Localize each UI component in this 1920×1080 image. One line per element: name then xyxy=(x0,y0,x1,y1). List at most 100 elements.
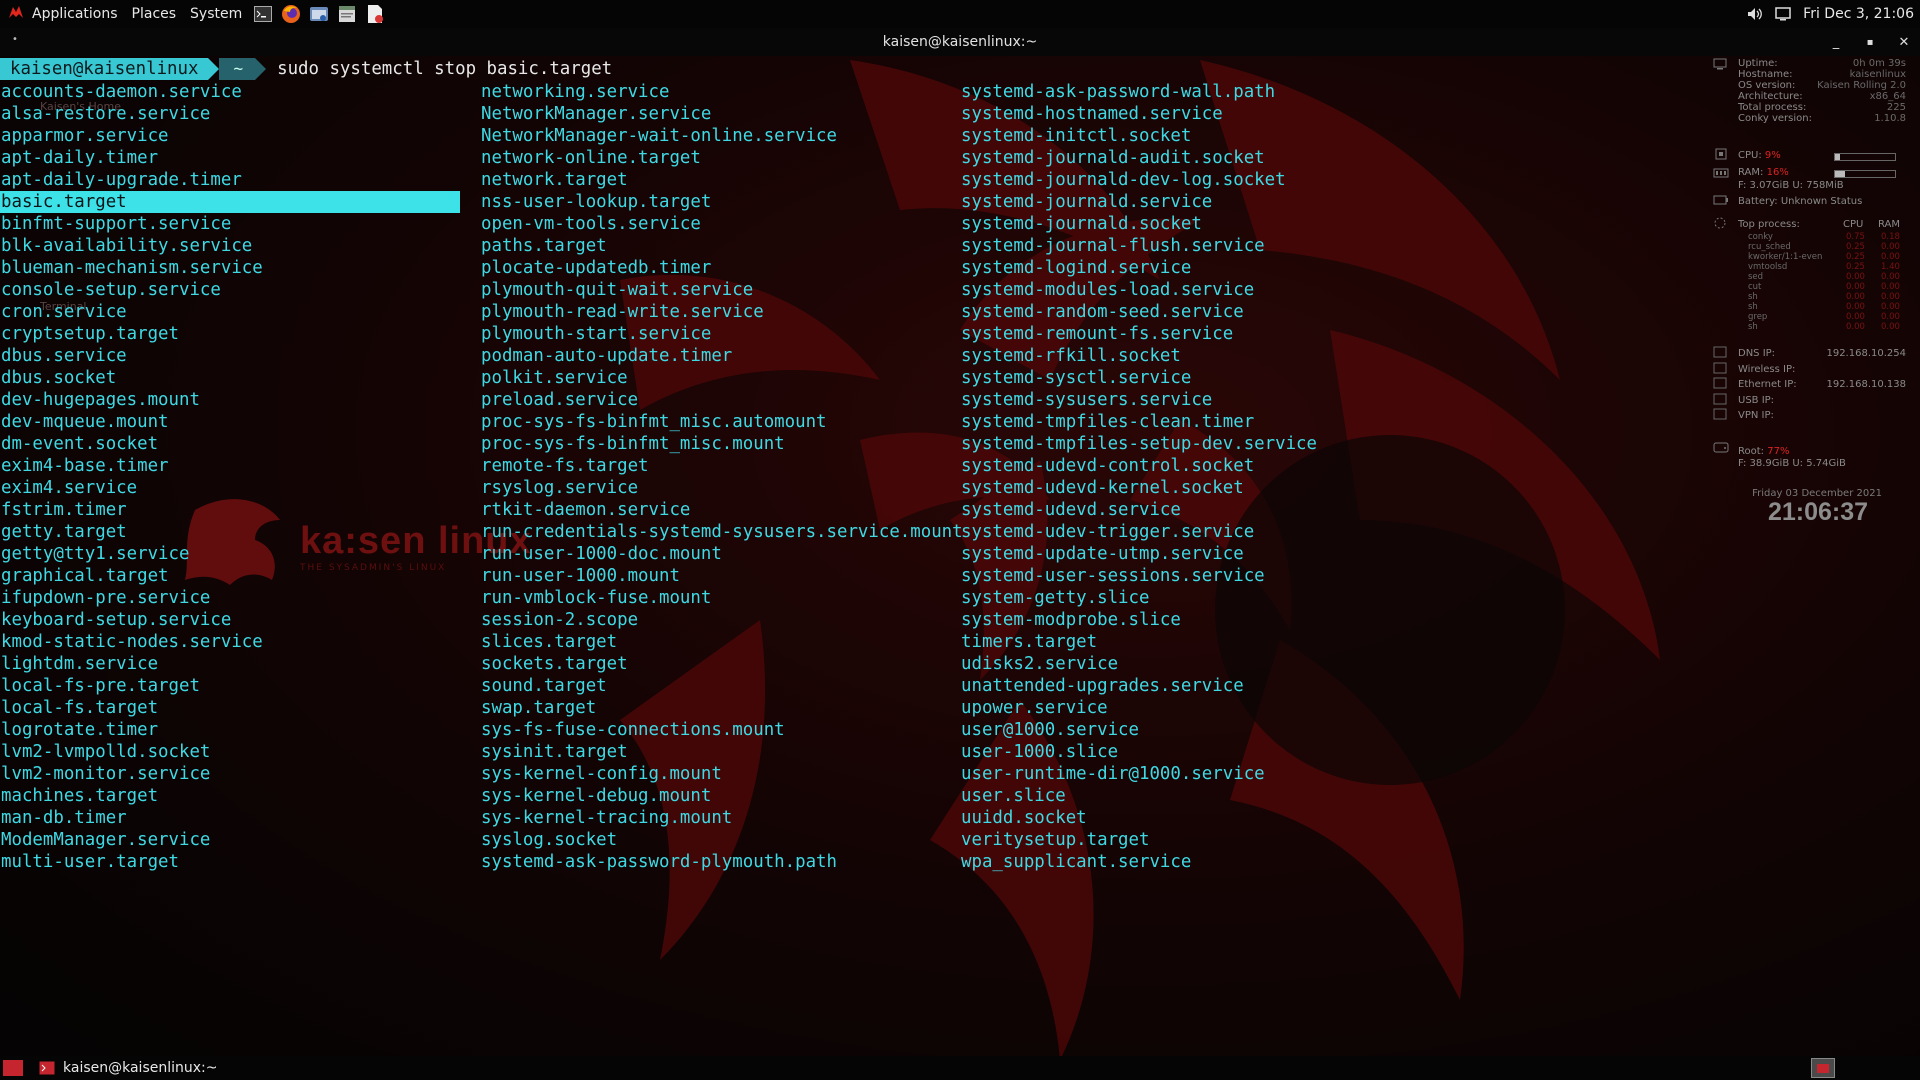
completion-item[interactable]: run-credentials-systemd-sysusers.service… xyxy=(481,521,963,543)
completion-item[interactable]: systemd-remount-fs.service xyxy=(961,323,1317,345)
completion-item[interactable]: machines.target xyxy=(1,785,460,807)
completion-item[interactable]: sys-kernel-debug.mount xyxy=(481,785,963,807)
completion-item[interactable]: proc-sys-fs-binfmt_misc.automount xyxy=(481,411,963,433)
completion-item[interactable]: remote-fs.target xyxy=(481,455,963,477)
completion-item[interactable]: paths.target xyxy=(481,235,963,257)
completion-item[interactable]: sys-kernel-tracing.mount xyxy=(481,807,963,829)
terminal-launcher[interactable] xyxy=(252,3,274,25)
completion-item[interactable]: local-fs-pre.target xyxy=(1,675,460,697)
completion-item[interactable]: binfmt-support.service xyxy=(1,213,460,235)
completion-item[interactable]: apt-daily-upgrade.timer xyxy=(1,169,460,191)
completion-item[interactable]: systemd-sysusers.service xyxy=(961,389,1317,411)
completion-item[interactable]: kmod-static-nodes.service xyxy=(1,631,460,653)
completion-item[interactable]: user.slice xyxy=(961,785,1317,807)
completion-item[interactable]: multi-user.target xyxy=(1,851,460,873)
maximize-button[interactable]: ▪ xyxy=(1864,37,1876,48)
completion-item[interactable]: dbus.socket xyxy=(1,367,460,389)
completion-item[interactable]: lvm2-lvmpolld.socket xyxy=(1,741,460,763)
completion-item[interactable]: NetworkManager-wait-online.service xyxy=(481,125,963,147)
completion-item[interactable]: lvm2-monitor.service xyxy=(1,763,460,785)
completion-item[interactable]: run-user-1000-doc.mount xyxy=(481,543,963,565)
completion-item[interactable]: sound.target xyxy=(481,675,963,697)
completion-item[interactable]: systemd-journald-audit.socket xyxy=(961,147,1317,169)
completion-item[interactable]: cryptsetup.target xyxy=(1,323,460,345)
completion-item[interactable]: exim4.service xyxy=(1,477,460,499)
completion-item[interactable]: systemd-hostnamed.service xyxy=(961,103,1317,125)
completion-item[interactable]: exim4-base.timer xyxy=(1,455,460,477)
completion-item[interactable]: sysinit.target xyxy=(481,741,963,763)
completion-item[interactable]: user-runtime-dir@1000.service xyxy=(961,763,1317,785)
completion-item[interactable]: sys-fs-fuse-connections.mount xyxy=(481,719,963,741)
completion-item[interactable]: wpa_supplicant.service xyxy=(961,851,1317,873)
completion-item[interactable]: systemd-journald.service xyxy=(961,191,1317,213)
completion-item[interactable]: apt-daily.timer xyxy=(1,147,460,169)
completion-item[interactable]: networking.service xyxy=(481,81,963,103)
completion-item[interactable]: proc-sys-fs-binfmt_misc.mount xyxy=(481,433,963,455)
completion-item[interactable]: systemd-ask-password-wall.path xyxy=(961,81,1317,103)
completion-item[interactable]: udisks2.service xyxy=(961,653,1317,675)
completion-item[interactable]: plocate-updatedb.timer xyxy=(481,257,963,279)
completion-item[interactable]: systemd-initctl.socket xyxy=(961,125,1317,147)
completion-item[interactable]: local-fs.target xyxy=(1,697,460,719)
completion-item[interactable]: cron.service xyxy=(1,301,460,323)
completion-item[interactable]: apparmor.service xyxy=(1,125,460,147)
minimize-button[interactable]: _ xyxy=(1830,35,1842,50)
completion-item[interactable]: systemd-modules-load.service xyxy=(961,279,1317,301)
firefox-launcher[interactable] xyxy=(280,3,302,25)
completion-item[interactable]: systemd-logind.service xyxy=(961,257,1317,279)
workspace-switcher[interactable] xyxy=(1811,1058,1835,1078)
completion-item[interactable]: lightdm.service xyxy=(1,653,460,675)
workspace-1[interactable] xyxy=(1817,1063,1829,1073)
completion-item[interactable]: system-getty.slice xyxy=(961,587,1317,609)
completion-item[interactable]: systemd-udev-trigger.service xyxy=(961,521,1317,543)
completion-item[interactable]: user-1000.slice xyxy=(961,741,1317,763)
completion-item[interactable]: uuidd.socket xyxy=(961,807,1317,829)
window-menu-dot[interactable]: • xyxy=(12,34,18,45)
completion-item[interactable]: fstrim.timer xyxy=(1,499,460,521)
completion-item[interactable]: ifupdown-pre.service xyxy=(1,587,460,609)
completion-item[interactable]: systemd-sysctl.service xyxy=(961,367,1317,389)
places-menu[interactable]: Places xyxy=(125,0,184,28)
completion-item[interactable]: polkit.service xyxy=(481,367,963,389)
completion-item[interactable]: systemd-journald-dev-log.socket xyxy=(961,169,1317,191)
completion-item[interactable]: getty@tty1.service xyxy=(1,543,460,565)
completion-item[interactable]: podman-auto-update.timer xyxy=(481,345,963,367)
completion-item[interactable]: getty.target xyxy=(1,521,460,543)
completion-item[interactable]: system-modprobe.slice xyxy=(961,609,1317,631)
completion-item[interactable]: upower.service xyxy=(961,697,1317,719)
file-manager-launcher[interactable] xyxy=(308,3,330,25)
completion-item[interactable]: systemd-tmpfiles-clean.timer xyxy=(961,411,1317,433)
completion-item[interactable]: preload.service xyxy=(481,389,963,411)
completion-item[interactable]: systemd-user-sessions.service xyxy=(961,565,1317,587)
completion-item[interactable]: swap.target xyxy=(481,697,963,719)
volume-icon[interactable] xyxy=(1747,7,1763,21)
document-launcher[interactable] xyxy=(364,3,386,25)
completion-item[interactable]: systemd-journald.socket xyxy=(961,213,1317,235)
completion-item[interactable]: plymouth-read-write.service xyxy=(481,301,963,323)
completion-item[interactable]: sys-kernel-config.mount xyxy=(481,763,963,785)
completion-item[interactable]: syslog.socket xyxy=(481,829,963,851)
completion-item[interactable]: plymouth-start.service xyxy=(481,323,963,345)
completion-item[interactable]: systemd-udevd-control.socket xyxy=(961,455,1317,477)
completion-item[interactable]: systemd-ask-password-plymouth.path xyxy=(481,851,963,873)
completion-item-selected[interactable]: basic.target xyxy=(0,191,460,213)
completion-item[interactable]: veritysetup.target xyxy=(961,829,1317,851)
taskbar-item-terminal[interactable]: kaisen@kaisenlinux:~ xyxy=(39,1060,217,1076)
completion-item[interactable]: network-online.target xyxy=(481,147,963,169)
completion-item[interactable]: run-vmblock-fuse.mount xyxy=(481,587,963,609)
completion-item[interactable]: session-2.scope xyxy=(481,609,963,631)
completion-item[interactable]: plymouth-quit-wait.service xyxy=(481,279,963,301)
completion-item[interactable]: dev-hugepages.mount xyxy=(1,389,460,411)
completion-item[interactable]: systemd-udevd-kernel.socket xyxy=(961,477,1317,499)
completion-item[interactable]: graphical.target xyxy=(1,565,460,587)
completion-item[interactable]: user@1000.service xyxy=(961,719,1317,741)
completion-item[interactable]: dbus.service xyxy=(1,345,460,367)
terminal-title-bar[interactable]: • kaisen@kaisenlinux:~ _ ▪ ✕ xyxy=(0,28,1920,56)
completion-item[interactable]: blk-availability.service xyxy=(1,235,460,257)
completion-item[interactable]: systemd-journal-flush.service xyxy=(961,235,1317,257)
completion-item[interactable]: dev-mqueue.mount xyxy=(1,411,460,433)
completion-item[interactable]: ModemManager.service xyxy=(1,829,460,851)
completion-item[interactable]: rsyslog.service xyxy=(481,477,963,499)
completion-item[interactable]: unattended-upgrades.service xyxy=(961,675,1317,697)
applications-menu[interactable]: Applications xyxy=(0,0,125,28)
